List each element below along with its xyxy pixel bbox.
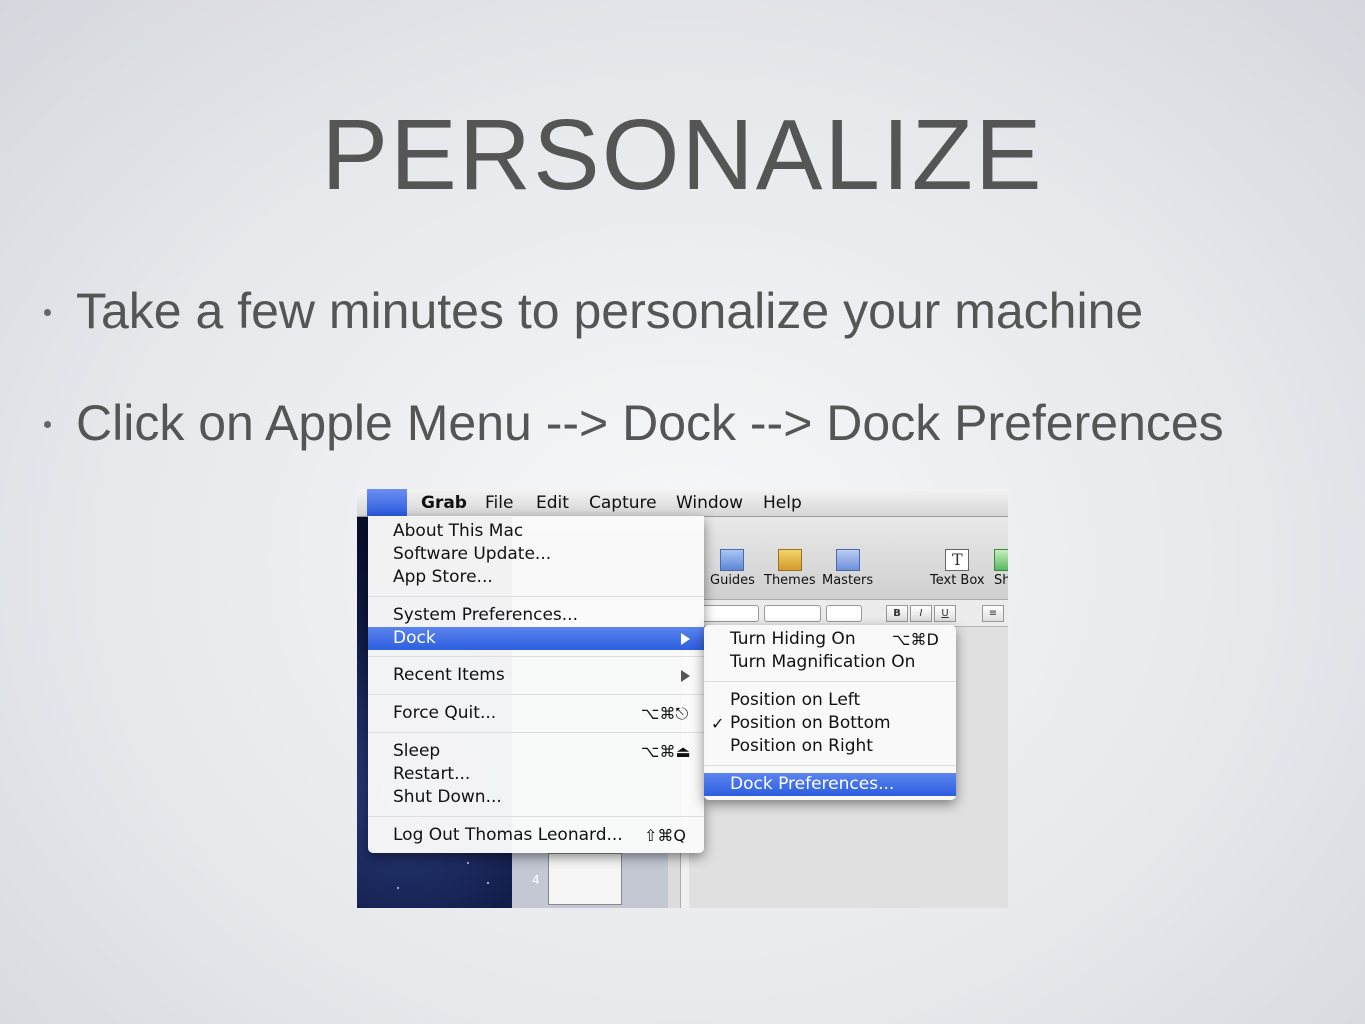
color-well[interactable] <box>826 605 862 622</box>
menu-item-dock[interactable]: Dock <box>368 627 704 650</box>
menu-separator <box>368 656 704 657</box>
menu-item-label: Recent Items <box>393 665 505 685</box>
menu-item-software-update[interactable]: Software Update... <box>368 543 704 566</box>
menu-item-app-store[interactable]: App Store... <box>368 566 704 589</box>
menu-separator <box>368 596 704 597</box>
apple-menu: About This Mac Software Update... App St… <box>368 516 704 853</box>
slide-title: PERSONALIZE <box>321 99 1044 211</box>
themes-icon <box>777 549 802 571</box>
menu-window[interactable]: Window <box>676 494 743 512</box>
align-left-button[interactable]: ≡ <box>982 605 1004 622</box>
shapes-label: Sh <box>994 573 1008 588</box>
menu-item-force-quit[interactable]: Force Quit... ⌥⌘⎋ <box>368 702 704 725</box>
menu-item-dock-preferences[interactable]: Dock Preferences... <box>704 773 956 796</box>
menu-item-position-right[interactable]: Position on Right <box>704 735 956 758</box>
menu-item-turn-hiding-on[interactable]: Turn Hiding On ⌥⌘D <box>704 628 956 651</box>
menu-item-label: Position on Left <box>730 690 861 710</box>
text-box-label: Text Box <box>930 573 985 588</box>
menu-item-about-this-mac[interactable]: About This Mac <box>368 520 704 543</box>
bold-button[interactable]: B <box>886 605 908 622</box>
menu-item-label: Position on Right <box>730 736 873 756</box>
apple-menu-button[interactable] <box>367 489 407 516</box>
menu-item-log-out[interactable]: Log Out Thomas Leonard... ⇧⌘Q <box>368 824 704 847</box>
font-size-field[interactable] <box>702 605 759 622</box>
submenu-arrow-icon <box>681 633 690 645</box>
menu-item-shortcut: ⌥⌘⎋ <box>641 704 689 723</box>
guides-icon <box>720 549 745 571</box>
menu-item-label: Shut Down... <box>393 787 502 807</box>
bullet-dot <box>44 309 51 316</box>
menu-item-position-left[interactable]: Position on Left <box>704 689 956 712</box>
menu-separator <box>368 732 704 733</box>
menu-item-label: Position on Bottom <box>730 713 891 733</box>
font-family-select[interactable] <box>764 605 821 622</box>
menu-item-label: Force Quit... <box>393 703 497 723</box>
menu-item-position-bottom[interactable]: ✓ Position on Bottom <box>704 712 956 735</box>
text-box-tool[interactable]: T Text Box <box>930 549 985 588</box>
menu-separator <box>368 816 704 817</box>
masters-label: Masters <box>822 573 874 588</box>
slide-thumbnail[interactable] <box>548 853 622 905</box>
menu-item-shortcut: ⌥⌘⏏ <box>641 742 691 761</box>
screenshot: Guides Themes Masters T Text Box Sh B I U… <box>357 489 1008 908</box>
menu-separator <box>704 765 956 766</box>
slide-number: 4 <box>532 873 540 887</box>
menu-item-shut-down[interactable]: Shut Down... <box>368 786 704 809</box>
menu-item-restart[interactable]: Restart... <box>368 763 704 786</box>
italic-button[interactable]: I <box>910 605 932 622</box>
menu-item-label: Restart... <box>393 764 471 784</box>
themes-label: Themes <box>764 573 816 588</box>
submenu-arrow-icon <box>681 670 690 682</box>
menu-capture[interactable]: Capture <box>589 494 657 512</box>
menu-item-label: Dock <box>393 628 436 648</box>
underline-button[interactable]: U <box>934 605 956 622</box>
menu-help[interactable]: Help <box>763 494 802 512</box>
menu-item-label: Turn Hiding On <box>730 629 856 649</box>
checkmark-icon: ✓ <box>711 714 725 733</box>
themes-tool[interactable]: Themes <box>764 549 816 588</box>
guides-tool[interactable]: Guides <box>710 549 755 588</box>
menu-item-label: Dock Preferences... <box>730 774 895 794</box>
bullet-item: Take a few minutes to personalize your m… <box>42 282 1224 340</box>
bullet-text: Take a few minutes to personalize your m… <box>76 283 1144 339</box>
menu-item-label: App Store... <box>393 567 493 587</box>
menu-item-turn-magnification-on[interactable]: Turn Magnification On <box>704 651 956 674</box>
menu-item-label: Log Out Thomas Leonard... <box>393 825 623 845</box>
bullet-list: Take a few minutes to personalize your m… <box>42 282 1224 506</box>
menu-item-label: Software Update... <box>393 544 552 564</box>
menu-item-label: About This Mac <box>393 521 524 541</box>
menu-edit[interactable]: Edit <box>536 494 569 512</box>
menu-bar: Grab File Edit Capture Window Help <box>357 489 1008 517</box>
menu-item-label: Turn Magnification On <box>730 652 916 672</box>
guides-label: Guides <box>710 573 755 588</box>
menu-separator <box>704 681 956 682</box>
dock-submenu: Turn Hiding On ⌥⌘D Turn Magnification On … <box>704 625 956 800</box>
bullet-item: Click on Apple Menu --> Dock --> Dock Pr… <box>42 394 1224 452</box>
menu-item-sleep[interactable]: Sleep ⌥⌘⏏ <box>368 740 704 763</box>
menu-item-shortcut: ⌥⌘D <box>892 630 939 649</box>
text-box-icon: T <box>945 549 970 571</box>
bullet-text: Click on Apple Menu --> Dock --> Dock Pr… <box>76 395 1224 451</box>
menu-item-label: System Preferences... <box>393 605 578 625</box>
bullet-dot <box>44 421 51 428</box>
menu-grab[interactable]: Grab <box>421 494 467 512</box>
menu-separator <box>368 694 704 695</box>
menu-item-system-preferences[interactable]: System Preferences... <box>368 604 704 627</box>
menu-file[interactable]: File <box>485 494 513 512</box>
menu-item-recent-items[interactable]: Recent Items <box>368 664 704 687</box>
shapes-tool[interactable]: Sh <box>994 549 1008 588</box>
masters-tool[interactable]: Masters <box>822 549 873 588</box>
menu-item-shortcut: ⇧⌘Q <box>644 826 686 845</box>
shapes-icon <box>994 549 1008 571</box>
menu-item-label: Sleep <box>393 741 441 761</box>
masters-icon <box>835 549 860 571</box>
